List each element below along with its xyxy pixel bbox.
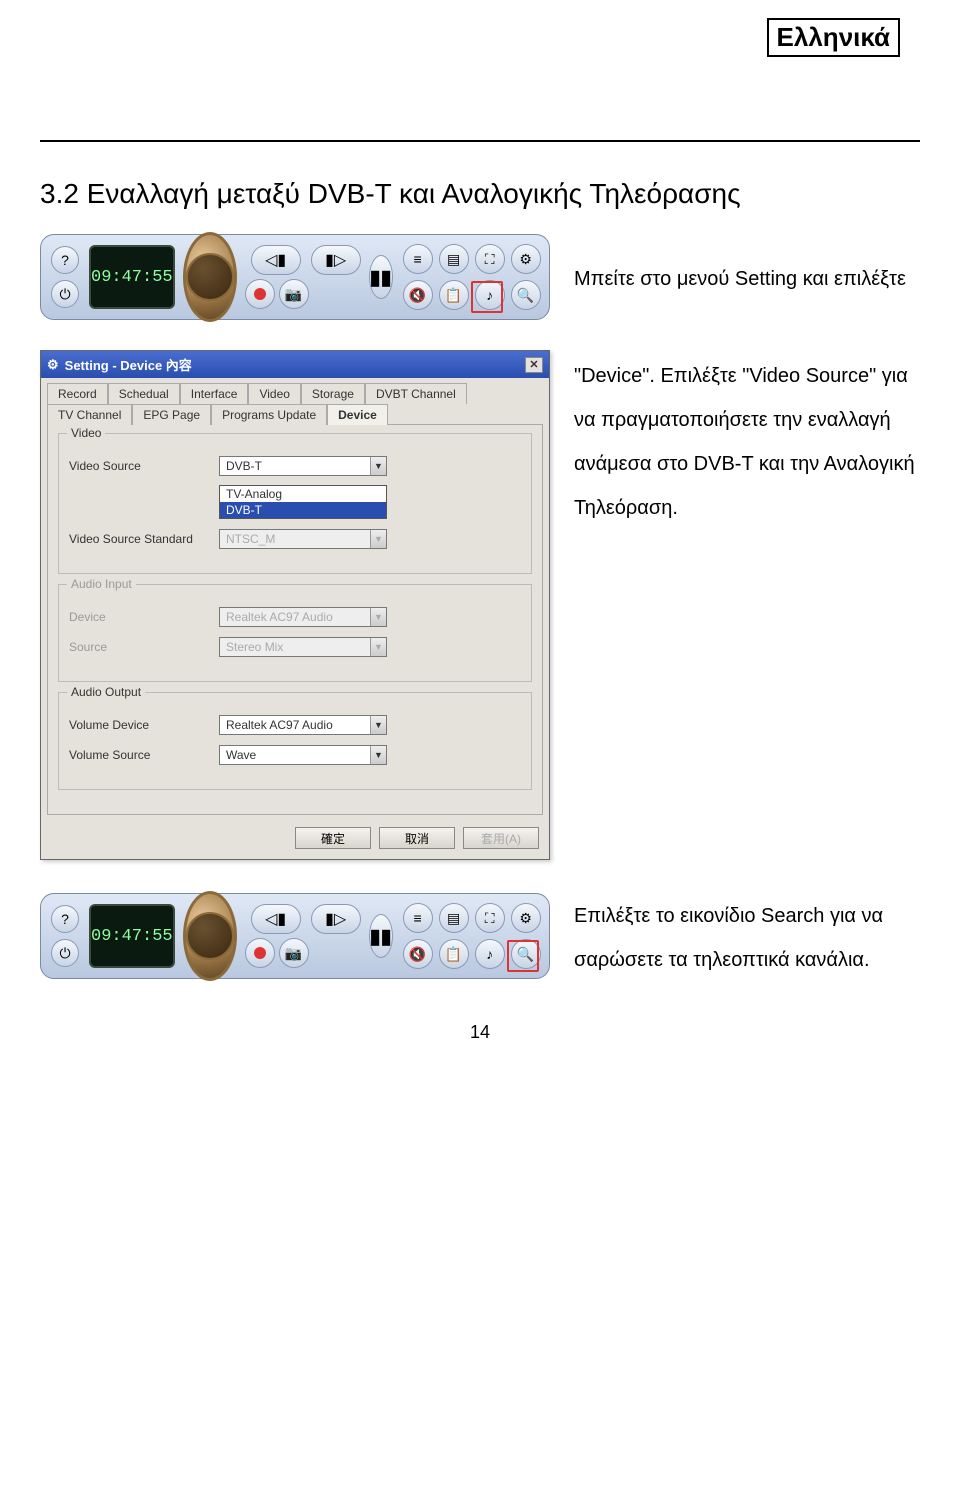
paragraph-2: Επιλέξτε το εικονίδιο Search για να σαρώ… <box>574 890 920 982</box>
para1-line1: Μπείτε στο μενού Setting και επιλέξτε <box>574 268 906 290</box>
teletext-icon-2[interactable]: ▤ <box>439 903 469 933</box>
media-player-bar-2: ? ⏻ 09:47:55 ◁▮ ▮▷ 📷 ▮▮ ≡ ▤ ⛶ ⚙ <box>40 893 550 979</box>
jog-dial-2[interactable] <box>183 891 237 981</box>
ai-device-value: Realtek AC97 Audio <box>220 608 370 626</box>
tab-storage[interactable]: Storage <box>301 383 365 404</box>
audio-icon-2[interactable]: ♪ <box>475 939 505 969</box>
ai-device-label: Device <box>69 610 209 624</box>
ai-device-combo: Realtek AC97 Audio ▼ <box>219 607 387 627</box>
fullscreen-icon-2[interactable]: ⛶ <box>475 903 505 933</box>
tab-epg-page[interactable]: EPG Page <box>132 404 211 425</box>
help-icon[interactable]: ? <box>51 905 79 933</box>
ao-volume-device-label: Volume Device <box>69 718 209 732</box>
page-number: 14 <box>40 1022 920 1043</box>
jog-dial[interactable] <box>183 232 237 322</box>
ai-source-combo: Stereo Mix ▼ <box>219 637 387 657</box>
settings-icon[interactable]: ⚙ <box>511 244 541 274</box>
highlight-settings-icon <box>471 281 503 313</box>
ao-volume-source-label: Volume Source <box>69 748 209 762</box>
help-icon[interactable]: ? <box>51 246 79 274</box>
video-source-value: DVB-T <box>220 457 370 475</box>
tab-tv-channel[interactable]: TV Channel <box>47 404 132 425</box>
chevron-down-icon: ▼ <box>370 530 386 548</box>
group-video-label: Video <box>67 426 105 440</box>
dialog-body: Video Video Source DVB-T ▼ TV-Analog DVB… <box>47 424 543 815</box>
tab-record[interactable]: Record <box>47 383 108 404</box>
ai-source-value: Stereo Mix <box>220 638 370 656</box>
dialog-titlebar: ⚙ Setting - Device 內容 ✕ <box>41 351 549 378</box>
pause-button[interactable]: ▮▮ <box>369 255 393 299</box>
apply-button: 套用(A) <box>463 827 539 849</box>
tab-schedual[interactable]: Schedual <box>108 383 180 404</box>
highlight-search-icon <box>507 940 539 972</box>
epg-icon-2[interactable]: ≡ <box>403 903 433 933</box>
ao-volume-device-combo[interactable]: Realtek AC97 Audio ▼ <box>219 715 387 735</box>
settings-dialog: ⚙ Setting - Device 內容 ✕ Record Schedual I… <box>40 350 550 860</box>
list-icon[interactable]: 📋 <box>439 280 469 310</box>
group-audio-input-label: Audio Input <box>67 577 136 591</box>
close-icon[interactable]: ✕ <box>525 357 543 373</box>
option-tv-analog[interactable]: TV-Analog <box>220 486 386 502</box>
group-video: Video Video Source DVB-T ▼ TV-Analog DVB… <box>58 433 532 574</box>
mute-icon-2[interactable]: 🔇 <box>403 939 433 969</box>
vss-value: NTSC_M <box>220 530 370 548</box>
dialog-title: Setting - Device 內容 <box>65 355 192 374</box>
prev-button[interactable]: ◁▮ <box>251 245 301 275</box>
record-button-2[interactable] <box>245 938 275 968</box>
prev-button-2[interactable]: ◁▮ <box>251 904 301 934</box>
video-source-dropdown: TV-Analog DVB-T <box>219 485 387 519</box>
ao-volume-source-combo[interactable]: Wave ▼ <box>219 745 387 765</box>
media-player-bar: ? ⏻ 09:47:55 ◁▮ ▮▷ 📷 ▮▮ ≡ ▤ ⛶ ⚙ <box>40 234 550 320</box>
search-icon[interactable]: 🔍 <box>511 280 541 310</box>
group-audio-input: Audio Input Device Realtek AC97 Audio ▼ … <box>58 584 532 682</box>
next-button-2[interactable]: ▮▷ <box>311 904 361 934</box>
video-source-label: Video Source <box>69 459 209 473</box>
group-audio-output: Audio Output Volume Device Realtek AC97 … <box>58 692 532 790</box>
power-icon[interactable]: ⏻ <box>51 280 79 308</box>
video-source-combo[interactable]: DVB-T ▼ <box>219 456 387 476</box>
header-rule <box>40 140 920 142</box>
fullscreen-icon[interactable]: ⛶ <box>475 244 505 274</box>
vss-label: Video Source Standard <box>69 532 209 546</box>
list-icon-2[interactable]: 📋 <box>439 939 469 969</box>
language-box: Ελληνικά <box>767 18 900 57</box>
tab-interface[interactable]: Interface <box>180 383 249 404</box>
ao-volume-device-value: Realtek AC97 Audio <box>220 716 370 734</box>
tab-device[interactable]: Device <box>327 404 388 425</box>
cancel-button[interactable]: 取消 <box>379 827 455 849</box>
ao-volume-source-value: Wave <box>220 746 370 764</box>
tab-programs-update[interactable]: Programs Update <box>211 404 327 425</box>
chevron-down-icon: ▼ <box>370 457 386 475</box>
next-button[interactable]: ▮▷ <box>311 245 361 275</box>
section-title: 3.2 Εναλλαγή μεταξύ DVB-T και Αναλογικής… <box>40 178 920 210</box>
teletext-icon[interactable]: ▤ <box>439 244 469 274</box>
dialog-tabs: Record Schedual Interface Video Storage … <box>41 378 549 424</box>
ok-button[interactable]: 確定 <box>295 827 371 849</box>
player-time-display: 09:47:55 <box>89 245 175 309</box>
settings-icon-2[interactable]: ⚙ <box>511 903 541 933</box>
group-audio-output-label: Audio Output <box>67 685 145 699</box>
chevron-down-icon: ▼ <box>370 716 386 734</box>
chevron-down-icon: ▼ <box>370 746 386 764</box>
paragraph-1-rest: "Device". Επιλέξτε "Video Source" για να… <box>574 350 920 530</box>
paragraph-1-part1: Μπείτε στο μενού Setting και επιλέξτε <box>574 253 920 301</box>
player-time-display-2: 09:47:55 <box>89 904 175 968</box>
ai-source-label: Source <box>69 640 209 654</box>
tab-dvbt-channel[interactable]: DVBT Channel <box>365 383 467 404</box>
vss-combo: NTSC_M ▼ <box>219 529 387 549</box>
mute-icon[interactable]: 🔇 <box>403 280 433 310</box>
tab-video[interactable]: Video <box>248 383 300 404</box>
snapshot-icon[interactable]: 📷 <box>279 279 309 309</box>
record-button[interactable] <box>245 279 275 309</box>
epg-icon[interactable]: ≡ <box>403 244 433 274</box>
power-icon[interactable]: ⏻ <box>51 939 79 967</box>
option-dvbt[interactable]: DVB-T <box>220 502 386 518</box>
snapshot-icon-2[interactable]: 📷 <box>279 938 309 968</box>
gear-icon: ⚙ <box>47 357 59 373</box>
chevron-down-icon: ▼ <box>370 638 386 656</box>
pause-button-2[interactable]: ▮▮ <box>369 914 393 958</box>
chevron-down-icon: ▼ <box>370 608 386 626</box>
